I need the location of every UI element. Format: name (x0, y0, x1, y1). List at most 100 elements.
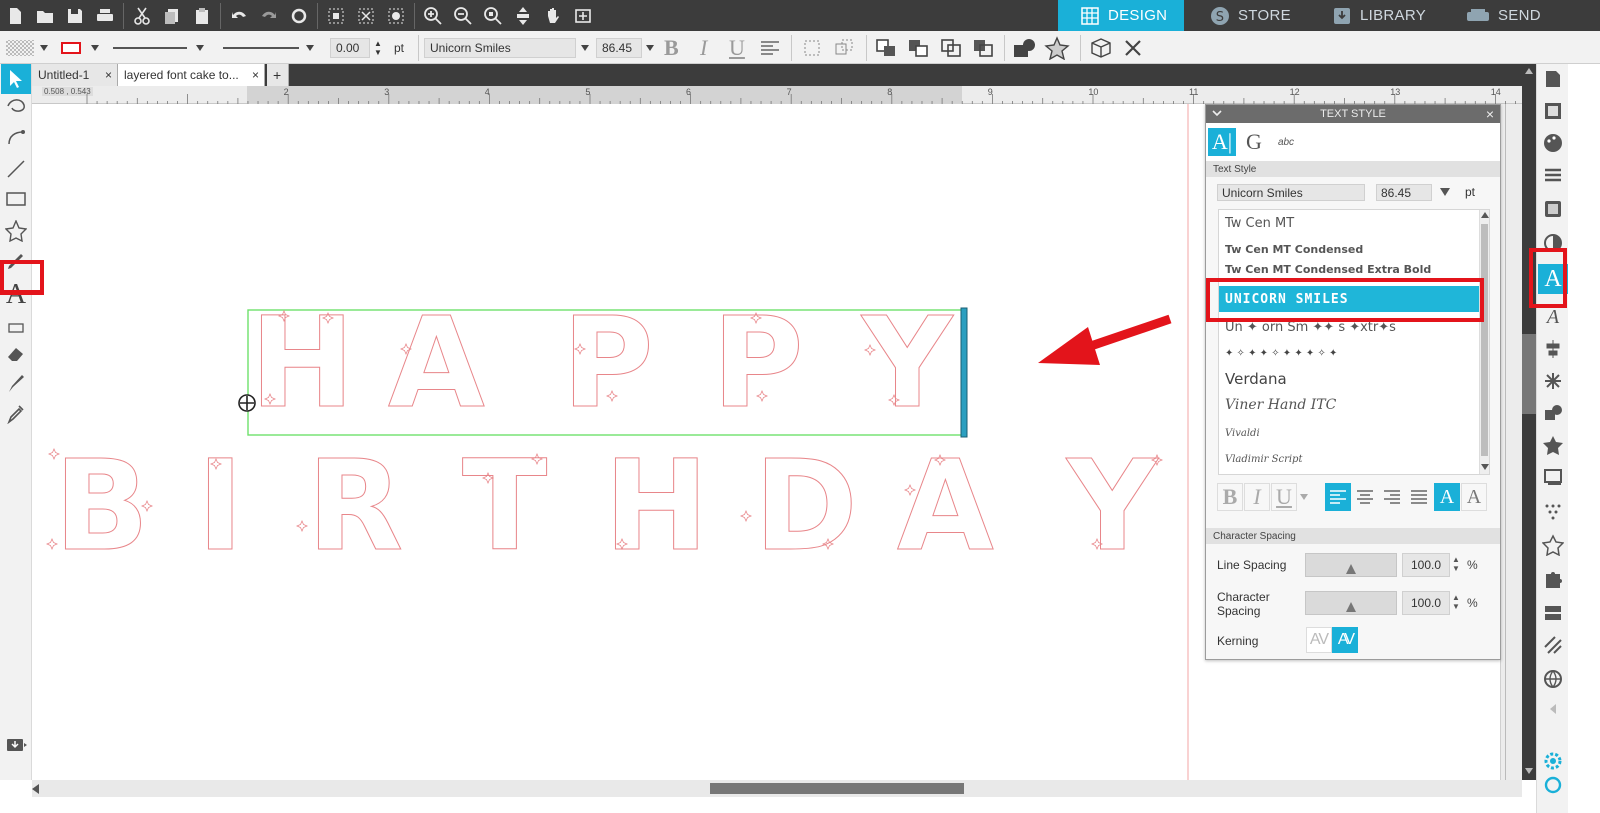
font-size-caret[interactable] (646, 31, 654, 64)
new-document-icon[interactable] (0, 0, 30, 31)
panel-bold-button[interactable]: B (1217, 483, 1243, 511)
scroll-down-icon[interactable] (1525, 768, 1533, 774)
font-size-field[interactable]: 86.45 (596, 31, 642, 64)
save-icon[interactable] (60, 0, 90, 31)
line-width-stepper[interactable]: ▲ ▼ (374, 31, 382, 64)
open-folder-icon[interactable] (30, 0, 60, 31)
add-tab-button[interactable]: + (267, 64, 289, 86)
align-icon[interactable] (1538, 334, 1568, 364)
font-name-caret[interactable] (581, 31, 589, 64)
line-width-field[interactable]: 0.00 (330, 31, 370, 64)
line-style-icon[interactable] (1538, 160, 1568, 190)
horizontal-text-icon[interactable]: A (1434, 483, 1460, 511)
list-scroll-thumb[interactable] (1481, 224, 1488, 456)
canvas-glyph[interactable]: Y (1065, 434, 1160, 580)
zoom-select-icon[interactable] (478, 0, 508, 31)
italic-button[interactable]: I (700, 31, 707, 64)
ungroup-icon[interactable] (834, 31, 854, 64)
panel-close-icon[interactable]: × (1486, 106, 1494, 122)
tab-layered-font-cake[interactable]: layered font cake to... × (118, 64, 265, 86)
align-right-icon[interactable] (1379, 483, 1405, 511)
edit-points-icon[interactable] (381, 0, 411, 31)
font-item-dingbat[interactable]: ✦ ✧ ✦ ✦ ✧ ✦ ✦ ✦ ✧ ✦ (1219, 340, 1481, 366)
line-width-value[interactable]: 0.00 (330, 37, 370, 58)
eyedropper-tool-icon[interactable] (1, 398, 31, 428)
line-join-caret[interactable] (306, 31, 314, 64)
line-spacing-value[interactable]: 100.0 (1402, 553, 1450, 577)
underline-caret-icon[interactable] (1297, 483, 1311, 511)
panel-underline-button[interactable]: U (1271, 483, 1297, 511)
fit-to-page-icon[interactable] (568, 0, 598, 31)
line-color-swatch[interactable] (60, 31, 84, 64)
panel-font-name-field[interactable]: Unicorn Smiles (1217, 184, 1365, 201)
font-name-field[interactable]: Unicorn Smiles (424, 31, 576, 64)
canvas-glyph[interactable]: R (307, 434, 404, 580)
layers-icon[interactable] (1538, 598, 1568, 628)
font-item-vladimir-script[interactable]: Vladimir Script (1219, 446, 1481, 472)
send-tab[interactable]: SEND (1466, 0, 1600, 31)
bring-forward-icon[interactable] (940, 31, 962, 64)
pan-hand-icon[interactable] (538, 0, 568, 31)
canvas-glyph[interactable]: T (462, 434, 548, 580)
library-tab[interactable]: LIBRARY (1332, 0, 1460, 31)
close-tab-icon[interactable]: × (252, 68, 259, 82)
vertical-text-icon[interactable]: A (1461, 483, 1487, 511)
canvas-glyph[interactable]: P (712, 291, 805, 437)
panel-font-size-field[interactable]: 86.45 (1376, 184, 1432, 201)
puzzle-icon[interactable] (1538, 564, 1568, 594)
bring-to-front-icon[interactable] (875, 31, 897, 64)
panel-italic-button[interactable]: I (1244, 483, 1270, 511)
font-size-caret-icon[interactable] (1440, 188, 1450, 196)
character-spacing-stepper[interactable]: ▲ ▼ (1452, 593, 1460, 611)
align-justify-icon[interactable] (1406, 483, 1432, 511)
library-download-icon[interactable] (1, 729, 31, 759)
slider-thumb[interactable] (1346, 564, 1356, 574)
zoom-out-icon[interactable] (448, 0, 478, 31)
sketch-star-icon[interactable] (1538, 530, 1568, 560)
print-cut-icon[interactable] (1538, 96, 1568, 126)
eraser-tool-icon[interactable] (1, 338, 31, 368)
offset-icon[interactable] (1538, 462, 1568, 492)
point-edit-tool-icon[interactable] (1, 92, 31, 122)
text-align-icon[interactable] (760, 31, 780, 64)
select-tool-arrow-icon[interactable] (1, 64, 31, 94)
underline-button[interactable]: U (729, 31, 745, 64)
fill-pattern-swatch[interactable] (6, 31, 36, 64)
3d-box-icon[interactable] (1088, 31, 1114, 64)
shapes-icon[interactable] (1012, 31, 1038, 64)
font-name-value[interactable]: Unicorn Smiles (424, 37, 576, 58)
line-spacing-slider[interactable] (1305, 553, 1397, 577)
select-all-icon[interactable] (321, 0, 351, 31)
panel-title-bar[interactable]: TEXT STYLE × (1206, 105, 1500, 123)
canvas-glyph[interactable]: A (897, 434, 995, 580)
canvas-glyph[interactable]: I (197, 434, 245, 580)
scroll-left-icon[interactable] (32, 784, 39, 794)
list-scroll-up-icon[interactable] (1481, 212, 1489, 218)
page-setup-icon[interactable] (1538, 64, 1568, 94)
horizontal-scroll-thumb[interactable] (710, 783, 964, 794)
palette-icon[interactable] (1538, 128, 1568, 158)
kerning-off-button[interactable]: AV (1306, 627, 1332, 653)
font-item-tw-cen-mt-condensed[interactable]: Tw Cen MT Condensed (1219, 236, 1481, 262)
sync-icon[interactable] (1538, 770, 1568, 800)
close-x-icon[interactable] (1122, 31, 1144, 64)
glyph-tab[interactable]: G (1240, 128, 1268, 156)
paste-icon[interactable] (187, 0, 217, 31)
deselect-icon[interactable] (351, 0, 381, 31)
font-item-verdana[interactable]: Verdana (1219, 366, 1481, 392)
close-tab-icon[interactable]: × (105, 68, 112, 82)
star-shape-tool-icon[interactable] (1, 216, 31, 246)
knife-tool-icon[interactable] (1, 368, 31, 398)
canvas-glyph[interactable]: D (754, 434, 859, 580)
font-item-tw-cen-mt[interactable]: Tw Cen MT (1219, 210, 1481, 236)
tab-untitled-1[interactable]: Untitled-1 × (32, 64, 118, 86)
hatch-icon[interactable] (1538, 630, 1568, 660)
print-icon[interactable] (90, 0, 120, 31)
slider-thumb[interactable] (1346, 602, 1356, 612)
modify-star-icon[interactable] (1538, 430, 1568, 460)
vertical-scrollbar[interactable] (1522, 64, 1536, 780)
horizontal-scrollbar[interactable] (32, 780, 1522, 797)
zoom-in-icon[interactable] (418, 0, 448, 31)
font-item-tw-cen-mt-condensed-extra-bold[interactable]: Tw Cen MT Condensed Extra Bold (1219, 262, 1481, 276)
line-join-selector[interactable] (223, 31, 299, 64)
